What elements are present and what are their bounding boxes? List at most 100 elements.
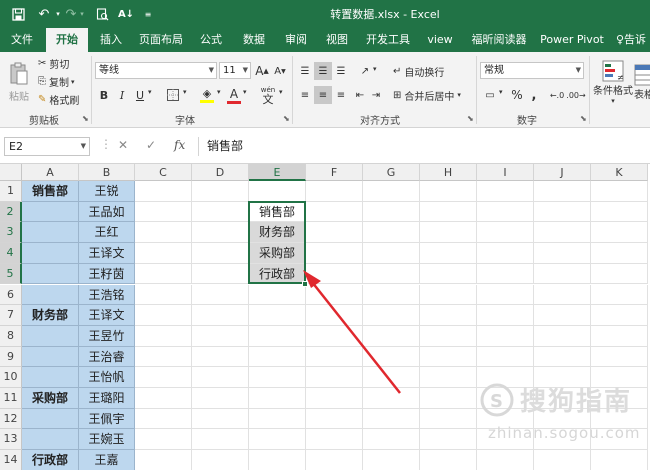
cell-e11[interactable]: [249, 388, 306, 409]
orientation-button[interactable]: ↗: [356, 62, 374, 80]
merge-center-button[interactable]: ⊞ 合并后居中 ▾: [393, 86, 461, 104]
cancel-icon[interactable]: ✕: [118, 138, 128, 152]
font-size-combo[interactable]: 11 ▼: [219, 62, 251, 79]
cell-h6[interactable]: [420, 284, 477, 306]
cell-b14[interactable]: 王嘉: [79, 450, 135, 470]
tab-home[interactable]: 开始: [46, 28, 88, 52]
cell-i3[interactable]: [477, 222, 534, 244]
orientation-dropdown-icon[interactable]: ▾: [373, 65, 377, 73]
cell-a5[interactable]: [22, 263, 79, 285]
cell-a6[interactable]: [22, 284, 79, 306]
increase-decimal-button[interactable]: ←.0: [548, 86, 566, 104]
cell-i5[interactable]: [477, 263, 534, 285]
cell-h13[interactable]: [420, 429, 477, 451]
cell-k2[interactable]: [591, 201, 648, 223]
cell-g7[interactable]: [363, 305, 420, 326]
number-launcher-icon[interactable]: ⬊: [580, 114, 587, 123]
cell-f4[interactable]: [306, 243, 363, 264]
cell-h14[interactable]: [420, 450, 477, 470]
cell-a2[interactable]: [22, 201, 79, 223]
borders-dropdown-icon[interactable]: ▾: [183, 88, 187, 96]
underline-dropdown-icon[interactable]: ▾: [148, 88, 152, 96]
align-center-button[interactable]: ≡: [314, 86, 332, 104]
cell-h1[interactable]: [420, 181, 477, 202]
cell-h3[interactable]: [420, 222, 477, 244]
cell-b9[interactable]: 王治睿: [79, 346, 135, 368]
cell-e7[interactable]: [249, 305, 306, 326]
cell-b13[interactable]: 王婉玉: [79, 429, 135, 451]
cell-f6[interactable]: [306, 284, 363, 306]
cell-f2[interactable]: [306, 201, 363, 223]
align-middle-button[interactable]: ☰: [314, 62, 332, 80]
cell-a9[interactable]: [22, 346, 79, 368]
cell-e13[interactable]: [249, 429, 306, 451]
cell-c14[interactable]: [135, 450, 192, 470]
phonetic-button[interactable]: wén 文: [258, 85, 278, 105]
cell-k1[interactable]: [591, 181, 648, 202]
cell-i9[interactable]: [477, 346, 534, 368]
phonetic-dropdown-icon[interactable]: ▾: [279, 88, 283, 96]
font-color-button[interactable]: A: [226, 85, 242, 105]
cell-a13[interactable]: [22, 429, 79, 451]
comma-style-button[interactable]: ,: [527, 86, 541, 104]
column-header-b[interactable]: B: [79, 164, 135, 181]
grow-font-button[interactable]: A ▲: [254, 62, 270, 79]
cell-h5[interactable]: [420, 263, 477, 285]
cell-g3[interactable]: [363, 222, 420, 244]
cell-k4[interactable]: [591, 243, 648, 264]
cell-d3[interactable]: [192, 222, 249, 244]
cell-j9[interactable]: [534, 346, 591, 368]
cell-k5[interactable]: [591, 263, 648, 285]
bold-button[interactable]: B: [96, 86, 112, 104]
font-color-dropdown-icon[interactable]: ▾: [243, 88, 247, 96]
cell-a3[interactable]: [22, 222, 79, 244]
cell-f7[interactable]: [306, 305, 363, 326]
cell-f14[interactable]: [306, 450, 363, 470]
column-header-e[interactable]: E: [249, 164, 306, 181]
row-header-8[interactable]: 8: [0, 325, 22, 347]
cell-h10[interactable]: [420, 367, 477, 388]
cell-k7[interactable]: [591, 305, 648, 326]
tab-review[interactable]: 审阅: [278, 28, 314, 52]
cell-i8[interactable]: [477, 325, 534, 347]
format-as-table-button[interactable]: 表格: [634, 56, 650, 108]
cell-g13[interactable]: [363, 429, 420, 451]
column-header-k[interactable]: K: [591, 164, 648, 181]
number-format-combo[interactable]: 常规 ▼: [480, 62, 584, 79]
fill-color-button[interactable]: ◈: [198, 85, 216, 105]
column-header-f[interactable]: F: [306, 164, 363, 181]
cell-g11[interactable]: [363, 388, 420, 409]
cell-j5[interactable]: [534, 263, 591, 285]
cell-k8[interactable]: [591, 325, 648, 347]
column-header-i[interactable]: I: [477, 164, 534, 181]
cell-c11[interactable]: [135, 388, 192, 409]
cell-g1[interactable]: [363, 181, 420, 202]
cell-i6[interactable]: [477, 284, 534, 306]
cell-c1[interactable]: [135, 181, 192, 202]
cell-b6[interactable]: 王浩铭: [79, 284, 135, 306]
tab-foxit[interactable]: 福昕阅读器: [464, 28, 534, 52]
align-bottom-button[interactable]: ☰: [332, 62, 350, 80]
cell-i1[interactable]: [477, 181, 534, 202]
cell-e12[interactable]: [249, 408, 306, 430]
cell-f3[interactable]: [306, 222, 363, 244]
cell-h2[interactable]: [420, 201, 477, 223]
cell-i7[interactable]: [477, 305, 534, 326]
cell-d4[interactable]: [192, 243, 249, 264]
cell-f9[interactable]: [306, 346, 363, 368]
cell-c3[interactable]: [135, 222, 192, 244]
row-header-6[interactable]: 6: [0, 284, 22, 306]
cell-g8[interactable]: [363, 325, 420, 347]
cell-h11[interactable]: [420, 388, 477, 409]
cell-d1[interactable]: [192, 181, 249, 202]
cell-c9[interactable]: [135, 346, 192, 368]
cell-b1[interactable]: 王锐: [79, 181, 135, 202]
conditional-format-button[interactable]: ≠ 条件格式 ▾: [593, 56, 633, 108]
font-name-combo[interactable]: 等线 ▼: [95, 62, 217, 79]
cell-e6[interactable]: [249, 284, 306, 306]
cell-d13[interactable]: [192, 429, 249, 451]
accounting-dropdown-icon[interactable]: ▾: [499, 88, 503, 96]
cell-b12[interactable]: 王佩宇: [79, 408, 135, 430]
cell-b10[interactable]: 王怡帆: [79, 367, 135, 388]
cell-a1[interactable]: 销售部: [22, 181, 79, 202]
